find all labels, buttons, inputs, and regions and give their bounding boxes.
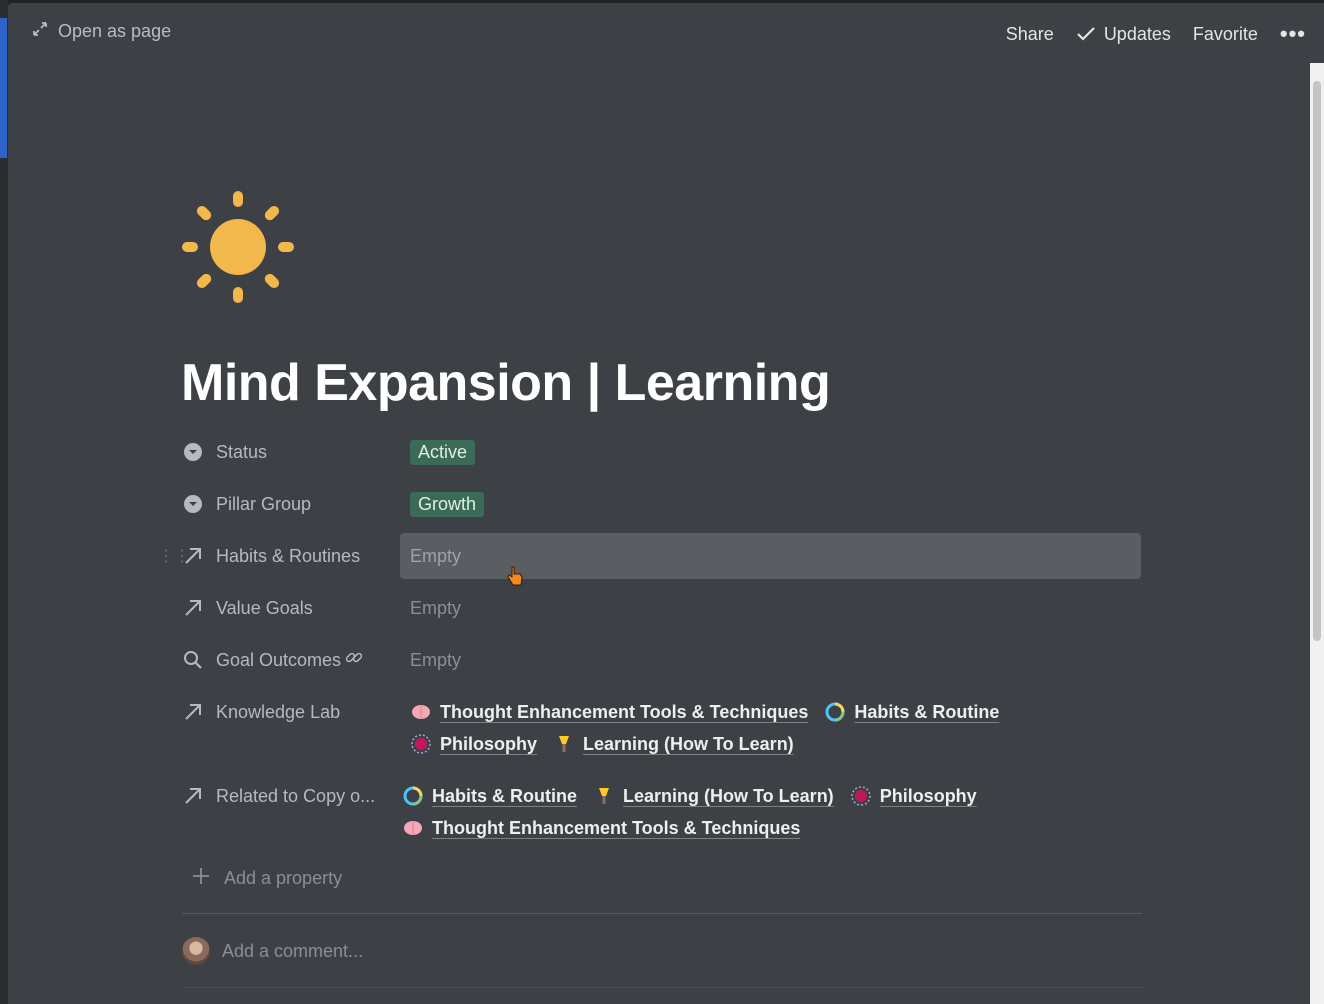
- relation-link[interactable]: Thought Enhancement Tools & Techniques: [410, 701, 808, 723]
- brain-icon: [410, 701, 432, 723]
- property-habits-routines: ⋮⋮ Habits & Routines Empty: [158, 533, 1142, 579]
- add-property-button[interactable]: Add a property: [192, 867, 342, 890]
- open-as-page-label: Open as page: [58, 21, 172, 41]
- relation-link-label: Learning (How To Learn): [583, 733, 794, 754]
- property-status: Status Active: [182, 435, 1142, 469]
- link-icon: [345, 649, 363, 672]
- relation-link[interactable]: Habits & Routine: [402, 785, 577, 807]
- property-label: Value Goals: [216, 597, 313, 618]
- pillar-group-badge: Growth: [410, 491, 485, 517]
- property-related: Related to Copy o... Habits & Routine Le…: [182, 779, 1142, 839]
- divider: [182, 913, 1142, 914]
- relation-arrow-icon: [182, 597, 204, 619]
- check-icon: [1077, 27, 1095, 41]
- property-name[interactable]: Pillar Group: [182, 487, 400, 521]
- property-goal-outcomes: Goal Outcomes Empty: [182, 643, 1142, 677]
- property-value[interactable]: Empty: [400, 591, 1142, 625]
- plus-icon: [192, 867, 210, 890]
- comment-placeholder: Add a comment...: [222, 940, 364, 961]
- background-app-strip: [0, 0, 8, 1004]
- relation-list: Thought Enhancement Tools & Techniques H…: [410, 701, 1142, 755]
- property-value[interactable]: Growth: [400, 487, 1142, 521]
- expand-icon: [32, 21, 48, 42]
- property-label: Status: [216, 441, 268, 462]
- relation-link-label: Habits & Routine: [854, 701, 1000, 722]
- property-label: Goal Outcomes: [216, 649, 342, 670]
- status-badge: Active: [410, 439, 476, 465]
- relation-link-label: Philosophy: [440, 733, 538, 754]
- property-label: Related to Copy o...: [216, 785, 376, 806]
- sun-icon[interactable]: [182, 191, 294, 303]
- updates-label: Updates: [1103, 23, 1171, 44]
- torch-icon: [553, 733, 575, 755]
- relation-link-label: Habits & Routine: [432, 785, 578, 806]
- property-name[interactable]: Goal Outcomes: [182, 643, 400, 677]
- more-options-icon[interactable]: •••: [1280, 21, 1306, 47]
- page-peek-panel: Open as page Share Updates Favorite •••: [8, 3, 1324, 1004]
- relation-link[interactable]: Habits & Routine: [824, 701, 999, 723]
- property-name[interactable]: Knowledge Lab: [182, 695, 400, 729]
- relation-arrow-icon: [182, 785, 204, 807]
- favorite-button[interactable]: Favorite: [1193, 24, 1258, 45]
- relation-link-label: Philosophy: [879, 785, 977, 806]
- relation-link[interactable]: Philosophy: [410, 733, 537, 755]
- property-knowledge-lab: Knowledge Lab Thought Enhancement Tools …: [182, 695, 1142, 755]
- property-value: Habits & Routine Learning (How To Learn)…: [400, 779, 1142, 839]
- property-value-goals: Value Goals Empty: [182, 591, 1142, 625]
- comment-input[interactable]: Add a comment...: [182, 937, 363, 965]
- open-as-page-button[interactable]: Open as page: [32, 21, 171, 42]
- drag-handle-icon[interactable]: ⋮⋮: [158, 546, 190, 566]
- brain-icon: [402, 817, 424, 839]
- relation-list: Habits & Routine Learning (How To Learn)…: [402, 785, 1142, 839]
- property-name[interactable]: Status: [182, 435, 400, 469]
- scrollbar[interactable]: [1310, 63, 1324, 1004]
- search-icon: [182, 649, 204, 671]
- philosophy-icon: [850, 785, 872, 807]
- property-label: Pillar Group: [216, 493, 312, 514]
- cycle-icon: [402, 785, 424, 807]
- property-label: Knowledge Lab: [216, 701, 341, 722]
- relation-arrow-icon: [182, 701, 204, 723]
- property-label: Habits & Routines: [216, 545, 361, 566]
- hand-cursor-icon: [506, 565, 524, 587]
- relation-link[interactable]: Learning (How To Learn): [593, 785, 834, 807]
- property-value[interactable]: Empty: [400, 643, 1142, 677]
- divider: [182, 987, 1142, 988]
- cycle-icon: [824, 701, 846, 723]
- relation-link[interactable]: Philosophy: [850, 785, 977, 807]
- share-button[interactable]: Share: [1006, 24, 1054, 45]
- select-icon: [182, 441, 204, 463]
- philosophy-icon: [410, 733, 432, 755]
- peek-topbar: Open as page Share Updates Favorite •••: [8, 17, 1324, 53]
- relation-link[interactable]: Thought Enhancement Tools & Techniques: [402, 817, 800, 839]
- property-name[interactable]: Related to Copy o...: [182, 779, 400, 813]
- relation-link-label: Thought Enhancement Tools & Techniques: [440, 701, 809, 722]
- select-icon: [182, 493, 204, 515]
- relation-link-label: Learning (How To Learn): [623, 785, 834, 806]
- property-pillar-group: Pillar Group Growth: [182, 487, 1142, 521]
- background-app-accent: [0, 18, 7, 158]
- updates-button[interactable]: Updates: [1076, 24, 1171, 45]
- property-name[interactable]: Habits & Routines: [182, 539, 400, 573]
- relation-link-label: Thought Enhancement Tools & Techniques: [432, 817, 801, 838]
- page-title[interactable]: Mind Expansion | Learning: [181, 353, 831, 413]
- property-value: Thought Enhancement Tools & Techniques H…: [400, 695, 1142, 755]
- property-value[interactable]: Active: [400, 435, 1142, 469]
- relation-link[interactable]: Learning (How To Learn): [553, 733, 794, 755]
- avatar: [182, 937, 210, 965]
- property-name[interactable]: Value Goals: [182, 591, 400, 625]
- add-property-label: Add a property: [224, 868, 343, 888]
- torch-icon: [593, 785, 615, 807]
- scrollbar-thumb[interactable]: [1313, 81, 1321, 641]
